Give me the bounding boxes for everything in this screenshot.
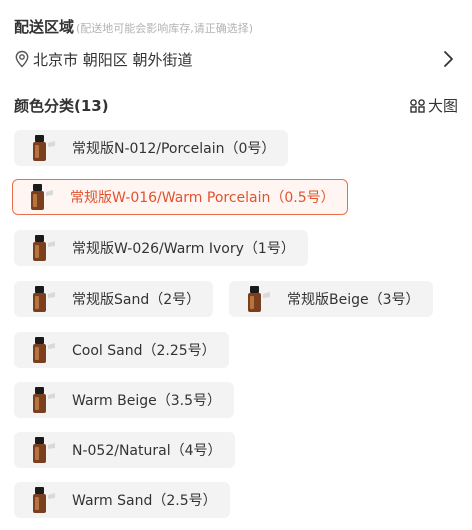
color-option-1[interactable]: 常规版W-016/Warm Porcelain（0.5号） [12,179,348,215]
foundation-bottle-icon [248,286,270,312]
product-options-panel: 配送区域 (配送地可能会影响库存,请正确选择) 北京市 朝阳区 朝外街道 颜色分… [0,0,472,530]
foundation-bottle-icon [33,387,55,413]
color-option-label: 常规版Beige（3号） [287,292,420,308]
address-selector[interactable]: 北京市 朝阳区 朝外街道 [14,48,458,70]
color-option-5[interactable]: Cool Sand（2.25号） [14,332,229,368]
color-option-label: 常规版N-012/Porcelain（0号） [72,141,276,157]
foundation-bottle-icon [33,135,55,161]
delivery-area-hint: (配送地可能会影响库存,请正确选择) [76,22,254,35]
grid-view-icon [410,98,425,113]
big-image-label: 大图 [427,97,458,115]
color-option-label: 常规版Sand（2号） [72,292,201,308]
color-option-label: Warm Beige（3.5号） [72,393,221,409]
foundation-bottle-icon [33,487,55,513]
color-option-4[interactable]: 常规版Beige（3号） [229,281,433,317]
color-option-2[interactable]: 常规版W-026/Warm Ivory（1号） [14,230,308,266]
color-option-0[interactable]: 常规版N-012/Porcelain（0号） [14,130,289,166]
foundation-bottle-icon [33,337,55,363]
delivery-area-title: 配送区域 [14,18,75,36]
color-option-6[interactable]: Warm Beige（3.5号） [14,382,234,418]
foundation-bottle-icon [33,437,55,463]
color-option-label: 常规版W-016/Warm Porcelain（0.5号） [70,190,335,206]
color-option-8[interactable]: Warm Sand（2.5号） [14,482,230,518]
foundation-bottle-icon [33,235,55,261]
delivery-title-row: 配送区域 (配送地可能会影响库存,请正确选择) [14,16,458,37]
delivery-area-section: 配送区域 (配送地可能会影响库存,请正确选择) 北京市 朝阳区 朝外街道 [14,16,458,69]
color-option-label: Cool Sand（2.25号） [72,343,216,359]
color-option-label: 常规版W-026/Warm Ivory（1号） [72,241,295,257]
color-category-title: 颜色分类(13) [14,97,109,115]
color-option-label: Warm Sand（2.5号） [72,493,217,509]
big-image-toggle[interactable]: 大图 [410,95,458,116]
foundation-bottle-icon [31,184,53,210]
color-option-7[interactable]: N-052/Natural（4号） [14,432,235,468]
address-text: 北京市 朝阳区 朝外街道 [33,50,193,69]
color-option-3[interactable]: 常规版Sand（2号） [14,281,214,317]
location-pin-icon [15,50,29,68]
color-category-header: 颜色分类(13) 大图 [14,95,458,115]
foundation-bottle-icon [33,286,55,312]
color-option-label: N-052/Natural（4号） [72,443,222,459]
chevron-right-icon[interactable] [442,50,454,68]
